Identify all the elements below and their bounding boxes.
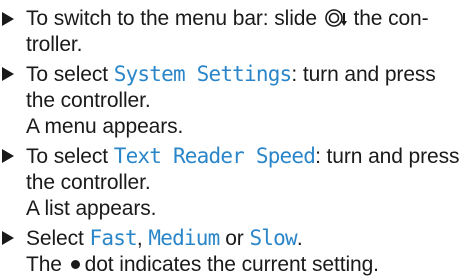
step-result: A menu appears. [26,115,184,138]
step-select-speed: Select Fast, Medium or Slow. The dot ind… [0,225,466,278]
step-arrow-icon [2,231,14,245]
option-separator: , [136,227,143,250]
option-fast: Fast [89,226,138,250]
result-text-after: dot indicates the current setting. [84,253,379,276]
result-text-before: The [26,253,62,276]
option-separator: or [225,227,244,250]
step-text-before: Select [26,227,84,250]
step-arrow-icon [2,12,14,26]
step-result: A list appears. [26,197,157,220]
step-text-before: To select [26,145,108,168]
instruction-page: To switch to the menu bar: slide the con… [0,0,466,278]
menu-item-text-reader-speed: Text Reader Speed [113,144,316,168]
option-medium: Medium [148,226,220,250]
step-result: The dot indicates the current setting. [26,252,466,278]
step-switch-menu-bar: To switch to the menu bar: slide the con… [0,6,466,58]
step-arrow-icon [2,67,14,81]
step-arrow-icon [2,149,14,163]
step-text-before: To switch to the menu bar: slide [26,7,317,30]
step-text-end: . [296,227,303,250]
menu-item-system-settings: System Settings [113,62,292,86]
step-text-before: To select [26,63,108,86]
step-select-system-settings: To select System Settings: turn and pres… [0,61,466,140]
controller-slide-down-icon [324,7,347,29]
bullet-dot-icon [70,260,80,269]
step-select-text-reader-speed: To select Text Reader Speed: turn and pr… [0,143,466,222]
option-slow: Slow [249,226,297,250]
